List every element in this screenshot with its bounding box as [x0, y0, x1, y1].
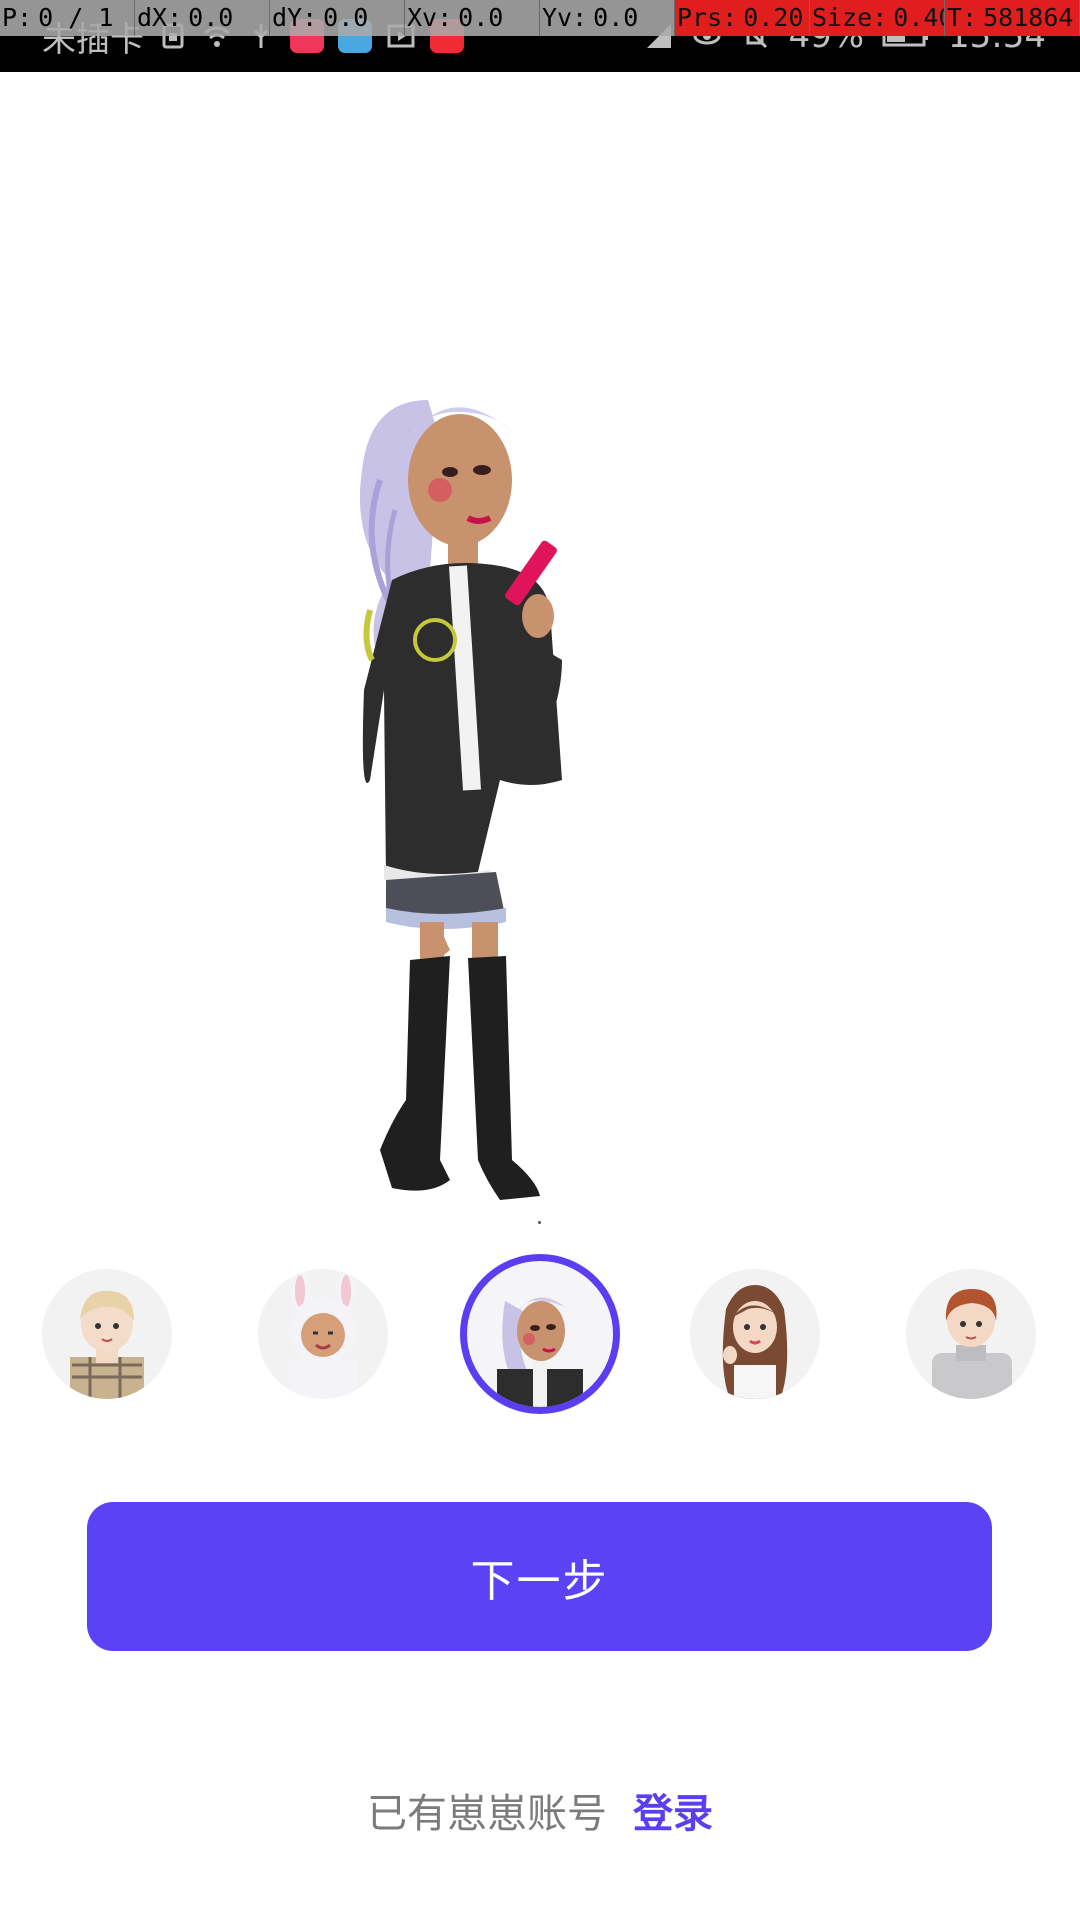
avatar-boy-plaid-thumb — [70, 1290, 144, 1399]
avatar-selector — [0, 1246, 1080, 1422]
pointer-location-overlay: P: 0 / 1 dX: 0.0 dY: 0.0 Xv: 0.0 Yv: 0.0 Prs:… — [0, 0, 1080, 36]
avatar-bunny-hood-thumb — [288, 1269, 358, 1399]
debug-size: Size:0.40 — [810, 0, 945, 36]
avatar-option-boy-plaid[interactable] — [42, 1269, 172, 1399]
existing-account-prompt: 已有崽崽账号 — [367, 1791, 607, 1837]
debug-velocity-x: Xv: 0.0 — [405, 0, 540, 36]
debug-delta-y: dY: 0.0 — [270, 0, 405, 36]
avatar-option-girl-longhair[interactable] — [690, 1269, 820, 1399]
avatar-option-girl-jacket[interactable] — [460, 1254, 620, 1414]
next-step-button[interactable]: 下一步 — [87, 1502, 992, 1651]
stage-floor-dot — [538, 1221, 541, 1224]
avatar-option-boy-sweater[interactable] — [906, 1269, 1036, 1399]
avatar-boy-sweater-thumb — [932, 1289, 1012, 1399]
debug-pointer-count: P: 0 / 1 — [0, 0, 135, 36]
avatar-girl-jacket-thumb — [497, 1297, 583, 1407]
debug-velocity-y: Yv: 0.0 — [540, 0, 675, 36]
avatar-preview[interactable] — [300, 360, 760, 1200]
login-link[interactable]: 登录 — [633, 1781, 713, 1839]
debug-delta-x: dX: 0.0 — [135, 0, 270, 36]
avatar-girl-longhair-thumb — [722, 1285, 788, 1399]
login-row: 已有崽崽账号 登录 — [0, 1780, 1080, 1840]
debug-time: T: 581864 — [945, 0, 1080, 36]
debug-pressure: Prs: 0.20 — [675, 0, 810, 36]
avatar-option-bunny-hood[interactable] — [258, 1269, 388, 1399]
